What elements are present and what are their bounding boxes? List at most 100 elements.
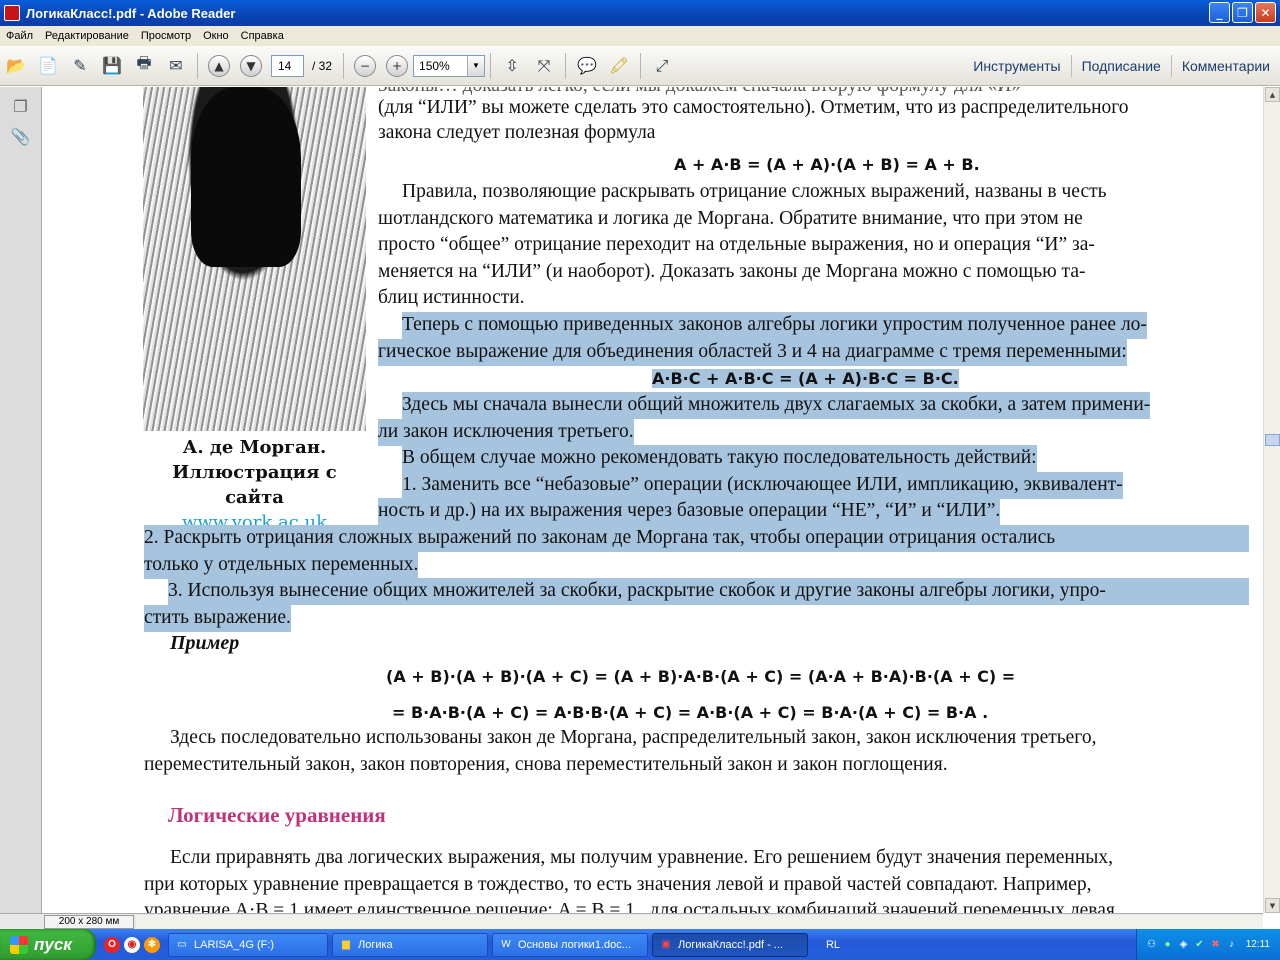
- horizontal-scrollbar[interactable]: [136, 915, 1263, 929]
- zoom-in-button[interactable]: +: [386, 54, 409, 77]
- highlighted-line: ли закон исключения третьего.: [378, 419, 634, 446]
- volume-icon[interactable]: ♪: [1225, 938, 1238, 951]
- save-icon[interactable]: 💾: [101, 55, 123, 77]
- minimize-button[interactable]: _: [1209, 2, 1230, 23]
- text-line: меняется на “ИЛИ” (и наоборот). Доказать…: [378, 261, 1086, 282]
- caption-source: Иллюстрация с сайта: [172, 462, 337, 508]
- fit-width-icon[interactable]: ⤧: [533, 55, 555, 77]
- text-line: Правила, позволяющие раскрывать отрицани…: [402, 181, 1107, 202]
- highlighted-line: В общем случае можно рекомендовать такую…: [402, 445, 1037, 472]
- quick-launch: O ◉ ✻: [104, 936, 160, 953]
- taskbar: пуск O ◉ ✻ ▭ LARISA_4G (F:) ▆ Логика W Осно…: [0, 929, 1280, 960]
- task-folder[interactable]: ▆ Логика: [332, 932, 488, 957]
- toolbar-separator: [565, 52, 567, 79]
- create-pdf-icon[interactable]: 📄: [37, 55, 59, 77]
- fullscreen-icon[interactable]: ⤢: [651, 55, 673, 77]
- sign-link[interactable]: Подписание: [1070, 55, 1171, 77]
- word-document-icon: W: [501, 939, 511, 950]
- toolbar-separator: [343, 52, 345, 79]
- highlighted-line: гическое выражение для объединения облас…: [378, 339, 1127, 366]
- page-total: / 32: [312, 58, 333, 73]
- comment-icon[interactable]: 💬: [576, 55, 598, 77]
- toolbar-separator: [640, 52, 642, 79]
- scroll-down-icon[interactable]: ▼: [1265, 898, 1280, 913]
- text-line: переместительный закон, закон повторения…: [144, 754, 948, 775]
- highlighted-line: только у отдельных переменных.: [144, 552, 419, 579]
- start-button[interactable]: пуск: [0, 929, 96, 960]
- chevron-down-icon[interactable]: ▼: [467, 55, 485, 76]
- text-line: (для “ИЛИ” вы можете сделать это самосто…: [378, 97, 1129, 118]
- drive-icon: ▭: [177, 939, 187, 950]
- edit-icon[interactable]: ✎: [69, 55, 91, 77]
- text-line: просто “общее” отрицание переходит на от…: [378, 234, 1095, 255]
- vertical-scrollbar[interactable]: ▲ ▼: [1263, 87, 1280, 913]
- menu-file[interactable]: Файл: [0, 30, 39, 42]
- folder-icon: ▆: [342, 939, 350, 950]
- clock: 12:11: [1245, 939, 1270, 950]
- task-explorer-drive[interactable]: ▭ LARISA_4G (F:): [168, 932, 328, 957]
- page-size: 200 x 280 мм: [44, 915, 134, 929]
- scroll-thumb[interactable]: [1265, 434, 1280, 446]
- task-adobe-reader[interactable]: ▣ ЛогикаКласс!.pdf - ...: [652, 932, 808, 957]
- system-tray: ⚇ ● ◈ ✔ ✖ ♪ 12:11: [1136, 929, 1280, 960]
- shield-icon[interactable]: ◈: [1177, 938, 1190, 951]
- text-line: уравнение A·B = 1 имеет единственное реш…: [144, 900, 1115, 913]
- language-indicator[interactable]: RL: [820, 939, 846, 951]
- window-controls: _ ❐ ✕: [1209, 2, 1276, 23]
- fit-page-icon[interactable]: ⇳: [501, 55, 523, 77]
- highlighted-line: Здесь мы сначала вынесли общий множитель…: [402, 392, 1151, 419]
- highlight-icon[interactable]: 🖍: [608, 55, 630, 77]
- windows-flag-icon: [10, 935, 28, 954]
- menu-view[interactable]: Просмотр: [135, 30, 197, 42]
- portrait-caption: А. де Морган. Иллюстрация с сайта www.yo…: [143, 435, 366, 535]
- zoom-value: 150%: [419, 58, 450, 73]
- attachments-icon[interactable]: 📎: [10, 125, 32, 147]
- close-button[interactable]: ✕: [1255, 2, 1276, 23]
- warning-icon[interactable]: ✖: [1209, 938, 1222, 951]
- zoom-out-button[interactable]: −: [354, 54, 377, 77]
- toolbar: 📂 📄 ✎ 💾 🖶 ✉ ▲ ▼ 14 / 32 − + 150% ▼ ⇳ ⤧ 💬…: [0, 46, 1280, 86]
- check-icon[interactable]: ✔: [1193, 938, 1206, 951]
- pages-icon[interactable]: ❐: [10, 95, 32, 117]
- menu-edit[interactable]: Редактирование: [39, 30, 135, 42]
- next-page-button[interactable]: ▼: [240, 54, 262, 77]
- status-bar: 200 x 280 мм: [0, 913, 1263, 929]
- open-file-icon[interactable]: 📂: [5, 55, 27, 77]
- start-label: пуск: [34, 934, 72, 954]
- menu-bar: Файл Редактирование Просмотр Окно Справк…: [0, 26, 1280, 46]
- network-icon[interactable]: ⚇: [1145, 938, 1158, 951]
- browser-icon[interactable]: ◉: [124, 936, 140, 953]
- formula-absorption: A + A·B = (A + A)·(A + B) = A + B.: [674, 155, 980, 174]
- highlighted-line: Теперь с помощью приведенных законов алг…: [402, 312, 1147, 339]
- window-title: ЛогикаКласс!.pdf - Adobe Reader: [26, 5, 236, 21]
- title-bar: ЛогикаКласс!.pdf - Adobe Reader _ ❐ ✕: [0, 0, 1280, 26]
- comments-link[interactable]: Комментарии: [1170, 55, 1280, 77]
- opera-icon[interactable]: O: [104, 936, 120, 953]
- tools-link[interactable]: Инструменты: [963, 55, 1070, 77]
- update-icon[interactable]: ●: [1161, 938, 1174, 951]
- adobe-reader-icon: [4, 5, 20, 21]
- zoom-select[interactable]: 150% ▼: [413, 54, 486, 77]
- highlighted-line: 2. Раскрыть отрицания сложных выражений …: [144, 525, 1249, 552]
- task-panes: Инструменты Подписание Комментарии: [963, 46, 1280, 86]
- text-line: Если приравнять два логических выражения…: [170, 847, 1113, 868]
- task-word[interactable]: W Основы логики1.doc...: [492, 932, 648, 957]
- maximize-button[interactable]: ❐: [1232, 2, 1253, 23]
- text-line: Здесь последовательно использованы закон…: [170, 727, 1097, 748]
- formula-example-2: = B·A·B·(A + C) = A·B·B·(A + C) = A·B·(A…: [392, 703, 989, 722]
- print-icon[interactable]: 🖶: [133, 53, 155, 77]
- page-number-input[interactable]: 14: [271, 54, 304, 77]
- menu-window[interactable]: Окно: [197, 30, 235, 42]
- menu-help[interactable]: Справка: [235, 30, 290, 42]
- formula-example-1: (A + B)·(A + B)·(A + C) = (A + B)·A·B·(A…: [386, 667, 1016, 686]
- scroll-up-icon[interactable]: ▲: [1265, 87, 1280, 102]
- text-line: шотландского математика и логика де Морг…: [378, 208, 1083, 229]
- example-label: Пример: [170, 632, 240, 654]
- navigation-pane: ❐ 📎: [0, 87, 42, 929]
- email-icon[interactable]: ✉: [165, 55, 187, 77]
- highlighted-line: 1. Заменить все “небазовые” операции (ис…: [402, 472, 1123, 499]
- pdf-icon: ▣: [661, 939, 671, 950]
- toolbar-separator: [197, 52, 198, 79]
- media-icon[interactable]: ✻: [144, 936, 160, 953]
- previous-page-button[interactable]: ▲: [208, 54, 230, 77]
